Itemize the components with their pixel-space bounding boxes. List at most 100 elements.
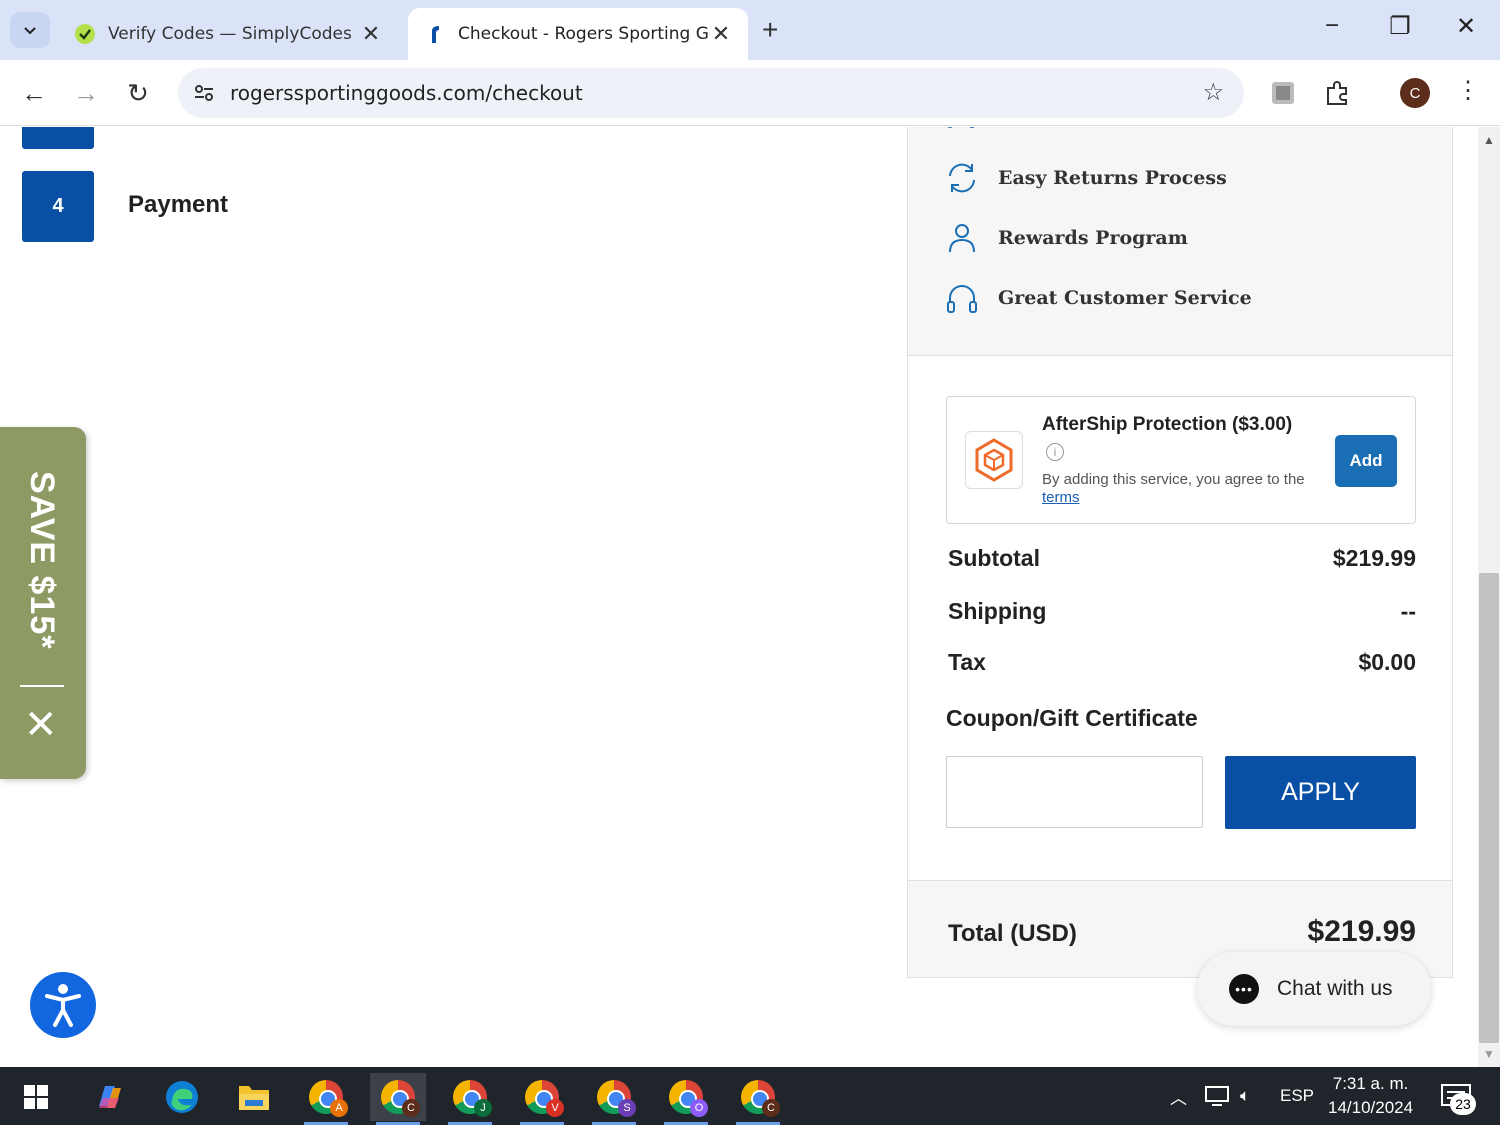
chrome-profile-app[interactable]: S [586, 1073, 642, 1125]
chrome-profile-app[interactable]: J [442, 1073, 498, 1125]
headset-icon [947, 285, 977, 313]
aftership-desc-text: By adding this service, you agree to the [1042, 471, 1305, 488]
chrome-profile-app[interactable]: C [370, 1073, 426, 1125]
page-scrollbar[interactable]: ▲ ▼ [1478, 127, 1500, 1067]
aftership-logo-icon [965, 431, 1023, 489]
step-number-box: 4 [22, 171, 94, 242]
coupon-input[interactable] [946, 756, 1203, 828]
bookmark-star-icon[interactable]: ☆ [1202, 78, 1224, 107]
close-window-icon[interactable]: ✕ [1446, 12, 1486, 41]
copilot-icon [99, 1086, 121, 1108]
save-promo-tab[interactable]: SAVE $15* ✕ [0, 427, 86, 779]
chrome-profile-badge: S [618, 1099, 636, 1117]
input-language[interactable]: ESP [1280, 1067, 1314, 1125]
browser-toolbar: ← → ↻ rogerssportinggoods.com/checkout ☆… [0, 60, 1500, 126]
add-protection-button[interactable]: Add [1335, 435, 1397, 487]
summary-label: Tax [948, 649, 986, 675]
tab-checkout[interactable]: Checkout - Rogers Sporting Goods ✕ [408, 8, 748, 60]
close-tab-icon[interactable]: ✕ [710, 22, 732, 47]
feature-customer-service: Great Customer Service [944, 278, 1252, 318]
site-settings-icon[interactable] [192, 81, 216, 105]
chrome-profile-badge: C [762, 1099, 780, 1117]
network-icon[interactable] [1204, 1067, 1230, 1125]
coupon-label: Coupon/Gift Certificate [946, 705, 1198, 731]
system-clock[interactable]: 7:31 a. m. 14/10/2024 [1328, 1072, 1413, 1120]
restore-icon[interactable]: ❐ [1380, 12, 1420, 41]
feature-label: Easy Returns Process [998, 167, 1227, 189]
order-summary-sidebar: Easy Returns Process Rewards Program Gre… [907, 127, 1453, 978]
tax-row: Tax $0.00 [948, 649, 1416, 676]
chat-bubble-icon: ••• [1229, 974, 1259, 1004]
clock-date: 14/10/2024 [1328, 1098, 1414, 1117]
subtotal-row: Subtotal $219.99 [948, 545, 1416, 572]
feature-label: Great Customer Service [998, 287, 1252, 309]
url-text: rogerssportinggoods.com/checkout [230, 81, 583, 105]
returns-icon [949, 163, 975, 193]
shipping-icon [947, 127, 975, 128]
chat-with-us-button[interactable]: ••• Chat with us [1197, 952, 1431, 1026]
new-tab-button[interactable]: + [762, 14, 778, 46]
chat-label: Chat with us [1277, 977, 1393, 1000]
chrome-profile-app[interactable]: O [658, 1073, 714, 1125]
tab-strip: Verify Codes — SimplyCodes ✕ Checkout - … [0, 0, 1500, 60]
scroll-down-arrow-icon[interactable]: ▼ [1483, 1047, 1495, 1061]
total-row: Total (USD) $219.99 [948, 915, 1416, 949]
volume-icon[interactable]: 🔈︎ [1240, 1067, 1250, 1125]
aftership-protection-card: AfterShip Protection ($3.00) i By adding… [946, 396, 1416, 524]
apply-coupon-button[interactable]: APPLY [1225, 756, 1416, 829]
tab-title: Verify Codes — SimplyCodes [108, 24, 352, 44]
accessibility-icon [45, 984, 81, 1027]
clock-time: 7:31 a. m. [1332, 1074, 1409, 1093]
edge-app[interactable] [154, 1073, 210, 1121]
step-3-box [22, 127, 94, 149]
total-label: Total (USD) [948, 920, 1077, 947]
chevron-down-icon [24, 27, 36, 35]
chrome-profile-app[interactable]: V [514, 1073, 570, 1125]
total-value: $219.99 [1307, 915, 1416, 948]
show-hidden-icons[interactable]: ︿ [1170, 1067, 1187, 1125]
windows-taskbar: A C J V S O C ︿ 🔈︎ ESP 7:31 a. m. 14/10/… [0, 1067, 1500, 1125]
tab-title: Checkout - Rogers Sporting Goods [458, 24, 710, 44]
profile-avatar[interactable]: C [1400, 78, 1430, 108]
reload-icon[interactable]: ↻ [122, 78, 154, 109]
feature-returns: Easy Returns Process [944, 158, 1227, 198]
terms-link[interactable]: terms [1042, 489, 1080, 506]
scrollbar-thumb[interactable] [1479, 573, 1499, 1043]
file-explorer-app[interactable] [226, 1073, 282, 1121]
aftership-description: By adding this service, you agree to the… [1042, 471, 1312, 507]
extension-profile-icon[interactable] [1268, 78, 1298, 108]
close-tab-icon[interactable]: ✕ [360, 22, 382, 47]
save-promo-label[interactable]: SAVE $15* [22, 471, 61, 649]
notification-count-badge: 23 [1450, 1093, 1476, 1115]
extensions-puzzle-icon[interactable] [1322, 78, 1352, 108]
address-bar[interactable]: rogerssportinggoods.com/checkout ☆ [178, 68, 1244, 118]
back-icon[interactable]: ← [18, 78, 50, 109]
aftership-title: AfterShip Protection ($3.00) [1042, 414, 1293, 435]
rogers-favicon-icon [424, 23, 446, 45]
minimize-icon[interactable]: − [1312, 12, 1352, 40]
chrome-profile-badge: C [402, 1099, 420, 1117]
feature-label: Rewards Program [998, 227, 1188, 249]
step-label[interactable]: Payment [128, 191, 228, 219]
summary-value: $0.00 [1358, 649, 1416, 675]
checkout-page: 4 Payment SAVE $15* ✕ Easy Returns Proce… [0, 127, 1478, 1067]
start-button[interactable] [8, 1073, 64, 1121]
windows-logo-icon [24, 1085, 48, 1109]
info-icon[interactable]: i [1046, 443, 1064, 461]
tab-search-button[interactable] [10, 12, 50, 48]
copilot-app[interactable] [82, 1073, 138, 1121]
summary-label: Subtotal [948, 545, 1040, 571]
accessibility-button[interactable] [30, 972, 96, 1038]
chrome-profile-badge: A [330, 1099, 348, 1117]
chrome-profile-badge: O [690, 1099, 708, 1117]
features-list: Easy Returns Process Rewards Program Gre… [908, 127, 1452, 356]
close-promo-icon[interactable]: ✕ [24, 705, 58, 745]
scroll-up-arrow-icon[interactable]: ▲ [1483, 133, 1495, 147]
chrome-profile-app[interactable]: C [730, 1073, 786, 1125]
forward-icon[interactable]: → [70, 78, 102, 109]
tab-simplycodes[interactable]: Verify Codes — SimplyCodes ✕ [58, 8, 398, 60]
browser-menu-icon[interactable]: ⋮ [1456, 76, 1480, 105]
chrome-profile-app[interactable]: A [298, 1073, 354, 1125]
summary-value: -- [1400, 598, 1416, 624]
feature-rewards: Rewards Program [944, 218, 1188, 258]
